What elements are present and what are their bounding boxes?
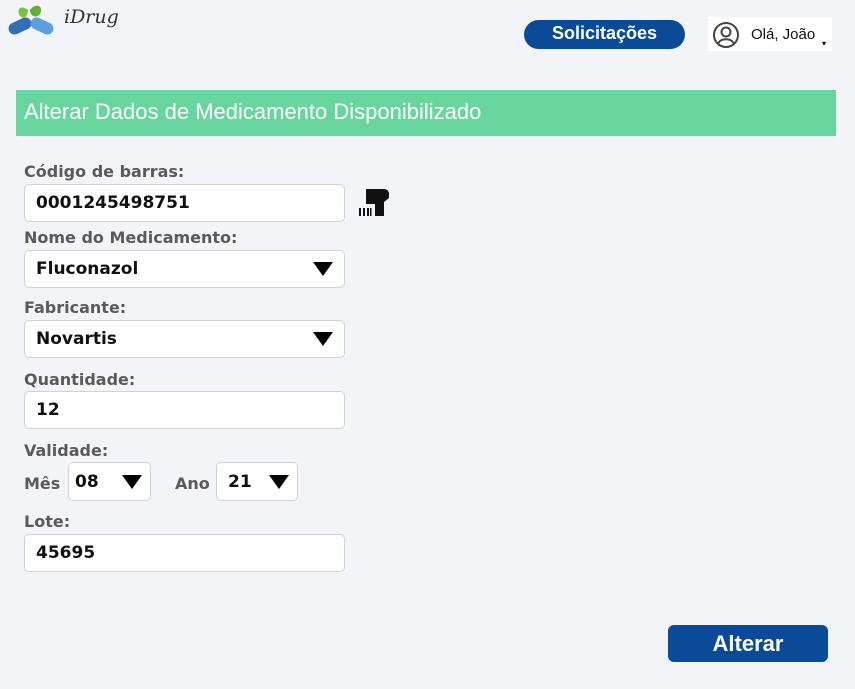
user-greeting: Olá, João	[751, 26, 816, 43]
month-value: 08	[75, 471, 99, 492]
alter-button[interactable]: Alterar	[668, 625, 828, 662]
barcode-label: Código de barras:	[24, 162, 185, 181]
month-label: Mês	[24, 474, 61, 493]
page-title: Alterar Dados de Medicamento Disponibili…	[16, 90, 836, 136]
dropdown-arrow-icon	[122, 474, 142, 489]
medicine-value: Fluconazol	[36, 259, 139, 279]
quantity-input[interactable]: 12	[24, 391, 345, 429]
lot-input[interactable]: 45695	[24, 534, 345, 572]
lot-value: 45695	[36, 543, 96, 563]
manufacturer-label: Fabricante:	[24, 298, 127, 317]
year-select[interactable]: 21	[216, 462, 298, 501]
manufacturer-value: Novartis	[36, 329, 117, 349]
month-select[interactable]: 08	[68, 462, 151, 501]
quantity-label: Quantidade:	[24, 370, 136, 389]
requests-button[interactable]: Solicitações	[524, 20, 685, 49]
barcode-value: 0001245498751	[36, 193, 190, 213]
year-value: 21	[228, 471, 252, 492]
pill-logo-icon	[8, 5, 54, 35]
medicine-label: Nome do Medicamento:	[24, 228, 238, 247]
lot-label: Lote:	[24, 512, 71, 531]
dropdown-arrow-icon	[313, 332, 333, 346]
dropdown-arrow-icon	[313, 262, 333, 276]
dropdown-arrow-icon	[269, 474, 289, 489]
barcode-scanner-icon[interactable]	[358, 186, 392, 220]
medicine-select[interactable]: Fluconazol	[24, 250, 345, 288]
expiry-label: Validade:	[24, 441, 109, 460]
barcode-input[interactable]: 0001245498751	[24, 184, 345, 222]
user-avatar-icon	[713, 22, 739, 48]
chevron-down-icon: ▾	[822, 39, 827, 48]
brand-name: iDrug	[64, 6, 119, 28]
app-logo: iDrug	[6, 2, 121, 42]
user-menu[interactable]: Olá, João ▾	[708, 17, 832, 51]
quantity-value: 12	[36, 400, 60, 420]
year-label: Ano	[175, 474, 210, 493]
manufacturer-select[interactable]: Novartis	[24, 320, 345, 358]
